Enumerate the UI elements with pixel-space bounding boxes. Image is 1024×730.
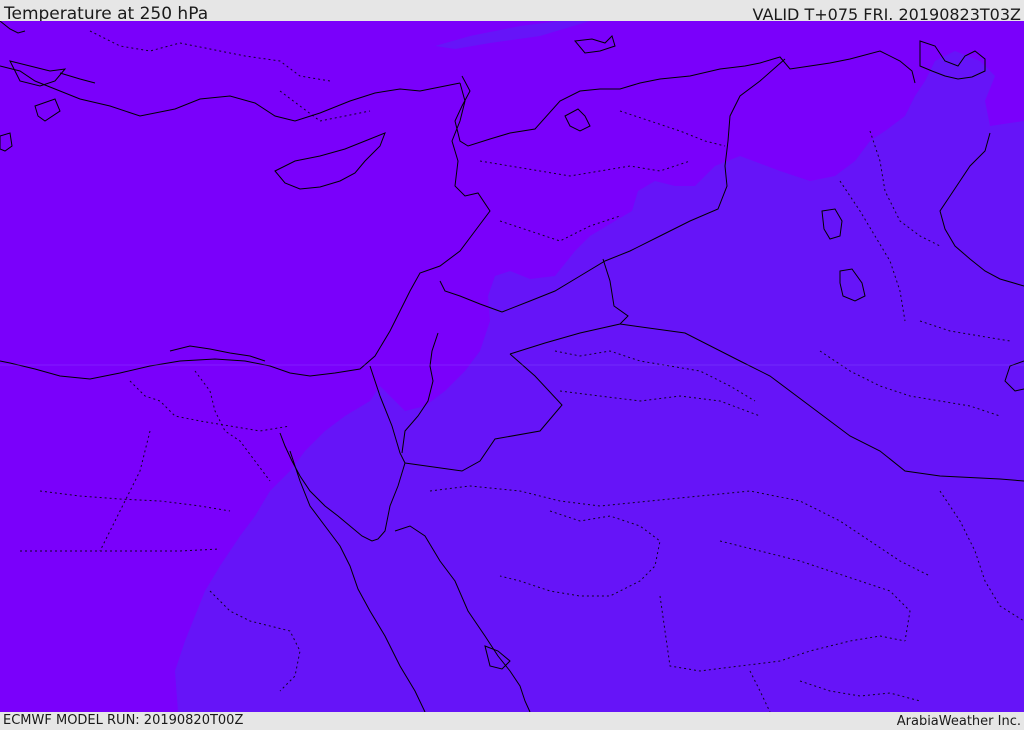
credit-label: ArabiaWeather Inc. (896, 714, 1021, 729)
map-canvas (0, 21, 1024, 712)
header-bar: Temperature at 250 hPa VALID T+075 FRI. … (0, 0, 1024, 24)
footer-bar: ECMWF MODEL RUN: 20190820T00Z ArabiaWeat… (0, 712, 1024, 729)
temperature-map[interactable] (0, 21, 1024, 712)
model-run-label: ECMWF MODEL RUN: 20190820T00Z (3, 713, 244, 728)
weather-map-frame: Temperature at 250 hPa VALID T+075 FRI. … (0, 0, 1024, 729)
